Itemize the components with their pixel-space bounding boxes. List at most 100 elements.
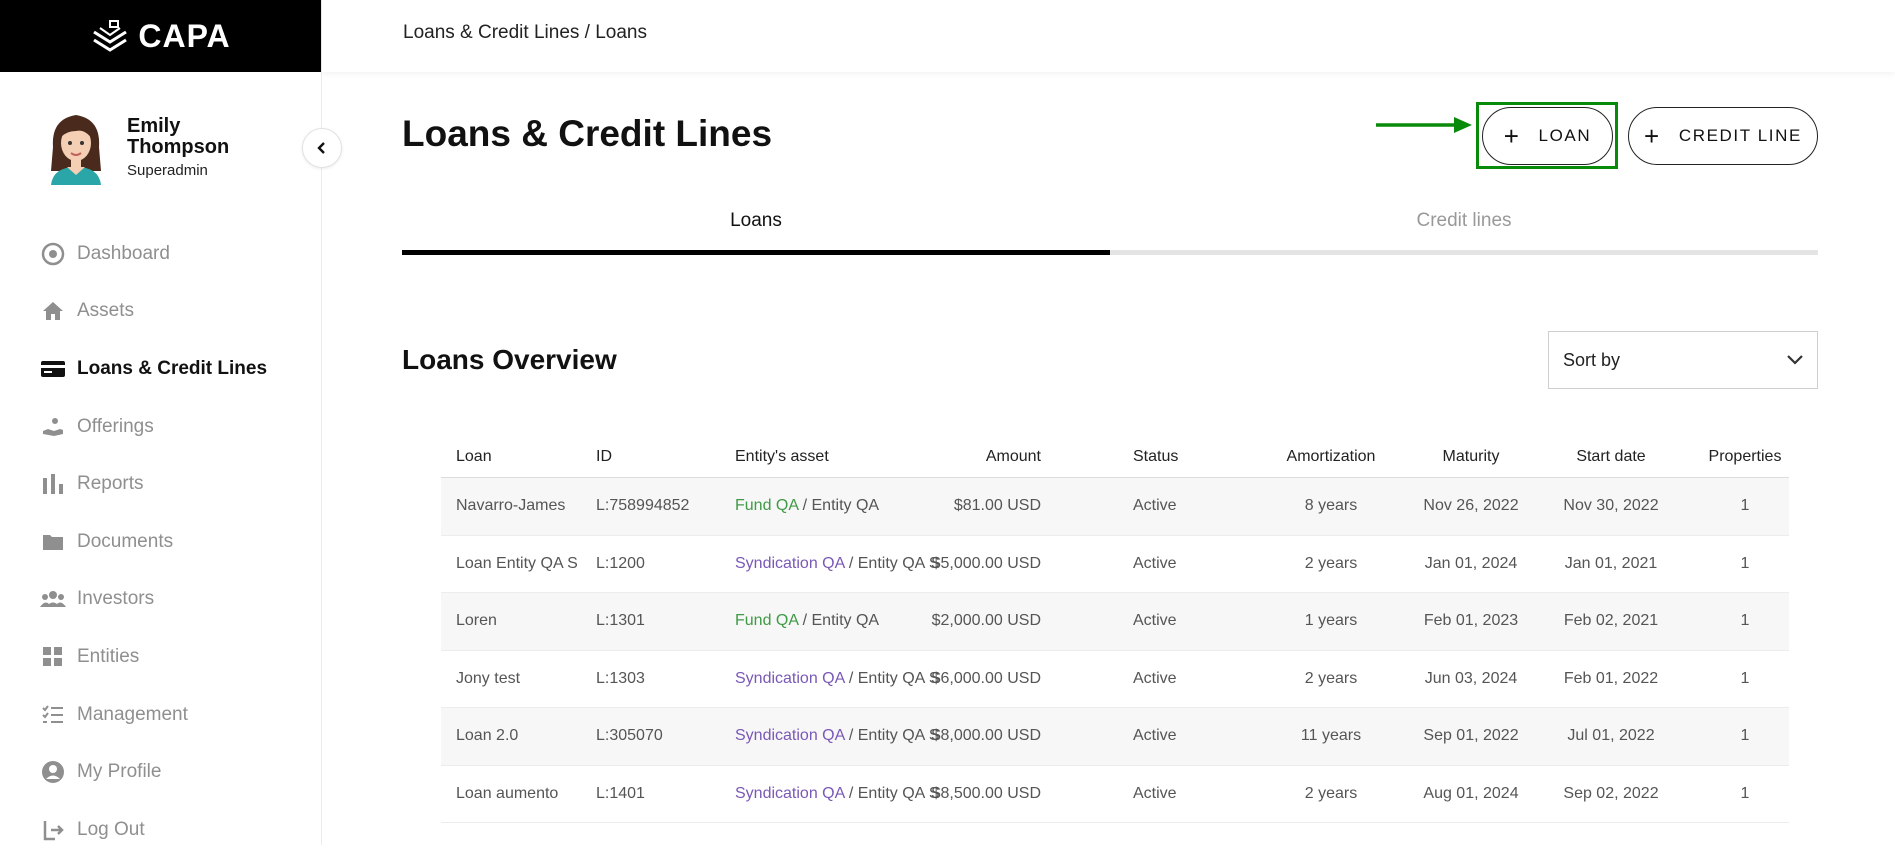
cell-amount: $81.00 USD (953, 497, 1041, 515)
sidebar-item-label: Loans & Credit Lines (77, 357, 268, 379)
table-row[interactable]: Loan 2.0 L:305070 Syndication QA / Entity … (441, 708, 1789, 766)
cell-loan-id: L:1303 (596, 669, 645, 687)
add-loan-button[interactable]: + LOAN (1482, 107, 1613, 165)
table-row[interactable]: Navarro-James L:758994852 Fund QA / Entity… (441, 478, 1789, 536)
folder-icon (40, 529, 66, 555)
cell-amortization: 2 years (1304, 784, 1358, 802)
cell-loan-id: L:305070 (596, 727, 663, 745)
cell-properties: 1 (1740, 784, 1750, 802)
sidebar-item-dashboard[interactable]: Dashboard (0, 225, 322, 283)
cell-status: Active (1133, 727, 1177, 745)
sidebar-item-management[interactable]: Management (0, 686, 322, 744)
cell-maturity: Jan 01, 2024 (1424, 554, 1518, 572)
tab-loans[interactable]: Loans (402, 200, 1110, 256)
sidebar-item-label: Investors (77, 588, 155, 610)
sidebar-item-my-profile[interactable]: My Profile (0, 743, 322, 801)
cell-loan-id: L:1401 (596, 784, 645, 802)
cell-amount: $8,000.00 USD (931, 727, 1041, 745)
cell-status: Active (1133, 554, 1177, 572)
cell-maturity: Feb 01, 2023 (1423, 612, 1519, 630)
cell-maturity: Jun 03, 2024 (1424, 669, 1518, 687)
sidebar-item-label: Offerings (77, 415, 154, 437)
sidebar-item-label: My Profile (77, 761, 162, 783)
column-header[interactable]: Maturity (1401, 448, 1541, 466)
cell-loan-id: L:1301 (596, 612, 645, 630)
sidebar-item-label: Dashboard (77, 242, 170, 264)
column-header[interactable]: Start date (1541, 448, 1681, 466)
cell-status: Active (1133, 784, 1177, 802)
grid-icon (40, 644, 66, 670)
tab-indicator-inactive (1110, 250, 1818, 255)
cell-loan-name[interactable]: Loan 2.0 (456, 726, 581, 746)
cell-loan-name[interactable]: Loan aumento (456, 784, 581, 804)
cell-start-date: Sep 02, 2022 (1563, 784, 1659, 802)
asset-link[interactable]: Syndication QA (735, 727, 844, 744)
table-row[interactable]: Loren L:1301 Fund QA / Entity QA $2,000.00 … (441, 593, 1789, 651)
tab-indicator-active (402, 250, 1110, 255)
column-header[interactable]: Entity's asset (735, 448, 829, 466)
entity-name: / Entity QA (798, 497, 880, 515)
cell-amortization: 1 years (1304, 612, 1358, 630)
sidebar-item-loans-credit-lines[interactable]: Loans & Credit Lines (0, 340, 322, 398)
cell-amount: $2,000.00 USD (931, 612, 1041, 630)
annotation-arrow-icon (1376, 117, 1472, 133)
sort-select-label: Sort by (1563, 349, 1621, 370)
column-header[interactable]: Amount (901, 448, 1041, 466)
sidebar-item-investors[interactable]: Investors (0, 571, 322, 629)
column-header[interactable]: Properties (1701, 448, 1789, 466)
asset-link[interactable]: Fund QA (735, 612, 798, 629)
asset-link[interactable]: Syndication QA (735, 555, 844, 572)
hand-coin-icon (40, 414, 66, 440)
logo-bar: CAPA (0, 0, 321, 72)
cell-loan-name[interactable]: Loren (456, 611, 581, 631)
sidebar-item-assets[interactable]: Assets (0, 283, 322, 341)
table-row[interactable]: Loan Entity QA S L:1200 Syndication QA / E… (441, 536, 1789, 593)
sidebar-item-offerings[interactable]: Offerings (0, 398, 322, 456)
column-header[interactable]: ID (596, 448, 612, 466)
chevron-down-icon (1787, 355, 1803, 365)
cell-loan-name[interactable]: Loan Entity QA S (456, 554, 581, 574)
asset-link[interactable]: Syndication QA (735, 670, 844, 687)
sidebar-item-label: Entities (77, 645, 140, 667)
cell-loan-name[interactable]: Jony test (456, 669, 581, 689)
cell-loan-name[interactable]: Navarro-James (456, 496, 581, 516)
sort-select[interactable]: Sort by (1548, 331, 1818, 389)
top-bar: Loans & Credit Lines / Loans (322, 0, 1895, 72)
column-header[interactable]: Amortization (1261, 448, 1401, 466)
add-credit-line-button[interactable]: + CREDIT LINE (1628, 107, 1818, 165)
sidebar-item-documents[interactable]: Documents (0, 513, 322, 571)
cell-maturity: Nov 26, 2022 (1423, 497, 1519, 515)
cell-start-date: Jan 01, 2021 (1564, 554, 1658, 572)
user-role: Superadmin (127, 161, 208, 179)
cell-properties: 1 (1740, 554, 1750, 572)
table-row[interactable]: Jony test L:1303 Syndication QA / Entity Q… (441, 651, 1789, 708)
collapse-sidebar-button[interactable] (302, 128, 342, 168)
plus-icon: + (1503, 121, 1521, 151)
column-header[interactable]: Loan (456, 447, 581, 467)
asset-link[interactable]: Syndication QA (735, 785, 844, 802)
sidebar-item-label: Assets (77, 300, 135, 322)
column-header[interactable]: Status (1133, 448, 1178, 466)
cell-loan-id: L:1200 (596, 554, 645, 572)
asset-link[interactable]: Fund QA (735, 497, 798, 514)
tab-credit-lines[interactable]: Credit lines (1110, 200, 1818, 256)
cell-start-date: Feb 02, 2021 (1563, 612, 1659, 630)
sidebar-item-label: Management (77, 703, 188, 725)
cell-amortization: 2 years (1304, 669, 1358, 687)
cell-status: Active (1133, 669, 1177, 687)
user-profile: Emily Thompson Superadmin (0, 72, 321, 222)
plus-icon: + (1644, 121, 1661, 151)
cell-status: Active (1133, 612, 1177, 630)
table-row[interactable]: Loan aumento L:1401 Syndication QA / Entit… (441, 766, 1789, 823)
sidebar-item-label: Log Out (77, 818, 145, 840)
cell-entity-asset: Fund QA / Entity QA (735, 497, 879, 515)
sidebar-item-log-out[interactable]: Log Out (0, 801, 322, 859)
cell-status: Active (1133, 497, 1177, 515)
cell-entity-asset: Fund QA / Entity QA (735, 612, 879, 630)
checklist-icon (40, 702, 66, 728)
cell-amortization: 8 years (1304, 497, 1358, 515)
sidebar-item-reports[interactable]: Reports (0, 455, 322, 513)
cell-amount: $8,500.00 USD (931, 784, 1041, 802)
sidebar-item-entities[interactable]: Entities (0, 628, 322, 686)
logout-icon (40, 817, 66, 843)
